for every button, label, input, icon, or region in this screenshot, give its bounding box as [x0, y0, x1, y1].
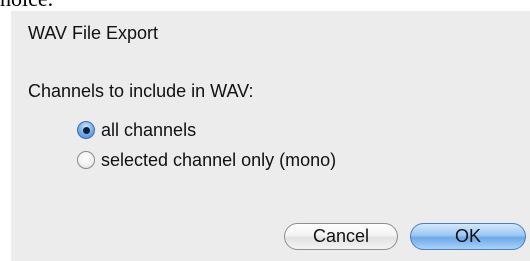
- background-document-text: hoice.: [0, 0, 53, 11]
- dialog-title: WAV File Export: [28, 23, 159, 43]
- ok-button[interactable]: OK: [410, 223, 526, 250]
- radio-button-selected-channel[interactable]: [77, 151, 95, 169]
- radio-option-all-channels[interactable]: all channels: [77, 118, 196, 142]
- radio-label-selected-channel[interactable]: selected channel only (mono): [101, 150, 336, 171]
- radio-selected-dot-icon: [82, 126, 90, 134]
- cancel-button[interactable]: Cancel: [284, 223, 398, 250]
- background-document-strip: hoice.: [0, 0, 530, 11]
- radio-button-all-channels[interactable]: [77, 121, 95, 139]
- radio-label-all-channels[interactable]: all channels: [101, 120, 196, 141]
- wav-export-dialog: WAV File Export Channels to include in W…: [11, 11, 530, 261]
- channels-prompt-label: Channels to include in WAV:: [28, 81, 254, 101]
- radio-option-selected-channel[interactable]: selected channel only (mono): [77, 148, 336, 172]
